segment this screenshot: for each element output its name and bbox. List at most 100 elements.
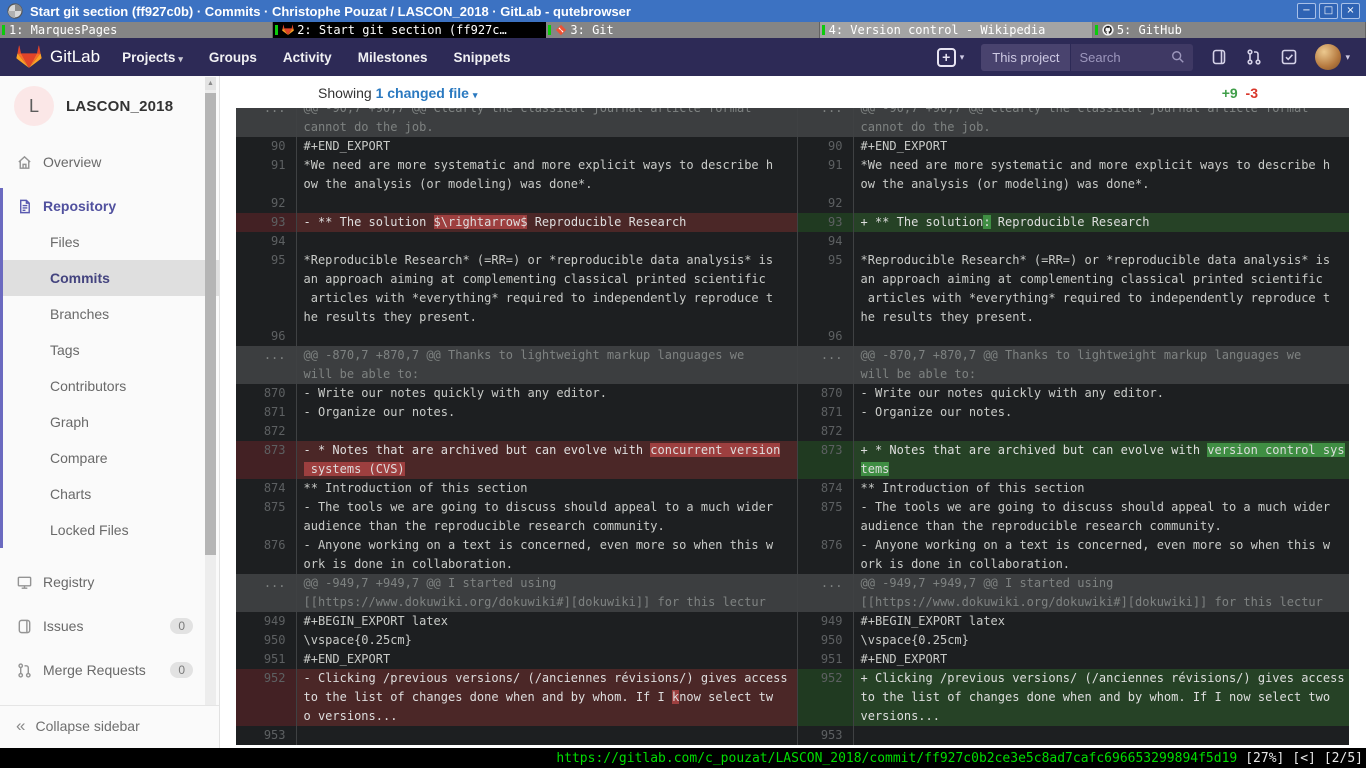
nav-link-milestones[interactable]: Milestones [358,50,428,65]
user-menu-button[interactable]: ▾ [1315,44,1350,70]
diff-new-line-number[interactable]: ... [797,346,853,384]
diff-old-line-number[interactable]: 96 [236,327,296,346]
diff-old-line-number[interactable]: 951 [236,650,296,669]
window-minimize-button[interactable]: − [1297,3,1316,19]
sidebar-scrollbar[interactable]: ▲ [205,77,216,705]
scrollbar-thumb[interactable] [205,93,216,555]
diff-new-line-number[interactable]: 951 [797,650,853,669]
diff-new-line-number[interactable]: 92 [797,194,853,213]
sidebar-item-files[interactable]: Files [3,224,219,260]
diff-text-segment: + ** The solution [861,215,984,229]
nav-link-snippets[interactable]: Snippets [453,50,510,65]
diff-old-code-cell: - Anyone working on a text is concerned,… [296,536,797,574]
diff-text-segment: #+END_EXPORT [304,139,391,153]
sidebar-item-repository[interactable]: Repository [3,188,219,224]
diff-old-line-number[interactable]: 92 [236,194,296,213]
nav-link-activity[interactable]: Activity [283,50,332,65]
diff-new-line-number[interactable]: ... [797,108,853,137]
showing-label: Showing [318,85,372,101]
diff-old-line-number[interactable]: 952 [236,669,296,726]
nav-link-projects[interactable]: Projects▾ [122,50,183,65]
nav-link-groups[interactable]: Groups [209,50,257,65]
diff-row: 94 94 [236,232,1349,251]
diff-old-line-number[interactable]: 875 [236,498,296,536]
diff-old-line-number[interactable]: ... [236,574,296,612]
diff-new-code-cell: + ** The solution: Reproducible Research [853,213,1349,232]
diff-word-highlight: $\rightarrow$ [434,215,528,229]
sidebar-item-compare[interactable]: Compare [3,440,219,476]
browser-tab-4[interactable]: 4: Version control - Wikipedia [820,22,1093,38]
diff-old-line-number[interactable]: 949 [236,612,296,631]
diff-old-line-number[interactable]: 873 [236,441,296,479]
diff-new-line-number[interactable]: 93 [797,213,853,232]
sidebar-item-overview[interactable]: Overview [0,144,219,180]
diff-old-line-number[interactable]: 95 [236,251,296,327]
diff-old-line-number[interactable]: 876 [236,536,296,574]
browser-tab-3[interactable]: 3: Git [546,22,819,38]
diff-new-line-number[interactable]: 953 [797,726,853,745]
diff-new-line-number[interactable]: ... [797,574,853,612]
diff-new-line-number[interactable]: 96 [797,327,853,346]
diff-old-line-number[interactable]: 953 [236,726,296,745]
merge-requests-nav-button[interactable] [1245,48,1263,66]
diff-new-line-number[interactable]: 873 [797,441,853,479]
sidebar-item-contributors[interactable]: Contributors [3,368,219,404]
diff-new-line-number[interactable]: 870 [797,384,853,403]
sidebar-item-registry[interactable]: Registry [0,564,219,600]
browser-tab-2-active[interactable]: 2: Start git section (ff927c… [273,22,546,38]
diff-new-line-number[interactable]: 875 [797,498,853,536]
diff-old-line-number[interactable]: 874 [236,479,296,498]
statusbar-url: https://gitlab.com/c_pouzat/LASCON_2018/… [556,751,1237,766]
plus-icon: + [937,48,956,67]
diff-old-line-number[interactable]: ... [236,108,296,137]
diff-old-line-number[interactable]: 872 [236,422,296,441]
diff-new-line-number[interactable]: 952 [797,669,853,726]
diff-new-line-number[interactable]: 876 [797,536,853,574]
diff-old-line-number[interactable]: 870 [236,384,296,403]
window-close-button[interactable]: × [1341,3,1360,19]
project-name: LASCON_2018 [66,98,173,115]
collapse-sidebar-button[interactable]: « Collapse sidebar [0,705,219,745]
diff-old-line-number[interactable]: ... [236,346,296,384]
diff-new-code-cell: - Organize our notes. [853,403,1349,422]
diff-old-line-number[interactable]: 91 [236,156,296,194]
diff-new-line-number[interactable]: 950 [797,631,853,650]
sidebar-item-locked-files[interactable]: Locked Files [3,512,219,548]
sidebar-item-merge-requests[interactable]: Merge Requests 0 [0,652,219,688]
search-placeholder: Search [1079,50,1171,65]
sidebar-item-graph[interactable]: Graph [3,404,219,440]
changed-files-dropdown[interactable]: 1 changed file ▾ [376,85,478,101]
diff-new-line-number[interactable]: 90 [797,137,853,156]
browser-tab-5[interactable]: 5: GitHub [1093,22,1366,38]
window-maximize-button[interactable]: □ [1319,3,1338,19]
sidebar-item-branches[interactable]: Branches [3,296,219,332]
sidebar-item-charts[interactable]: Charts [3,476,219,512]
sidebar-item-tags[interactable]: Tags [3,332,219,368]
browser-tab-1[interactable]: 1: MarquesPages [0,22,273,38]
diff-old-line-number[interactable]: 94 [236,232,296,251]
issues-nav-button[interactable] [1210,48,1228,66]
diff-new-code-cell [853,232,1349,251]
todos-nav-button[interactable] [1280,48,1298,66]
project-title-row[interactable]: L LASCON_2018 [0,76,219,136]
diff-old-line-number[interactable]: 90 [236,137,296,156]
diff-old-line-number[interactable]: 871 [236,403,296,422]
search-input[interactable]: Search [1071,44,1193,71]
diff-new-line-number[interactable]: 94 [797,232,853,251]
gitlab-brand[interactable]: GitLab [16,44,100,70]
sidebar-item-issues[interactable]: Issues 0 [0,608,219,644]
new-menu-button[interactable]: + ▾ [937,48,965,67]
diff-new-line-number[interactable]: 95 [797,251,853,327]
diff-new-line-number[interactable]: 874 [797,479,853,498]
diff-new-line-number[interactable]: 872 [797,422,853,441]
diff-row: 952- Clicking /previous versions/ (/anci… [236,669,1349,726]
diff-old-line-number[interactable]: 950 [236,631,296,650]
diff-new-line-number[interactable]: 91 [797,156,853,194]
diff-new-line-number[interactable]: 871 [797,403,853,422]
diff-text-segment: #+BEGIN_EXPORT latex [304,614,449,628]
scrollbar-up-arrow-icon[interactable]: ▲ [205,77,216,90]
diff-old-line-number[interactable]: 93 [236,213,296,232]
sidebar-item-commits[interactable]: Commits [3,260,219,296]
diff-new-line-number[interactable]: 949 [797,612,853,631]
commit-diff-main: Showing 1 changed file ▾ +9 -3 ...@@ -90… [220,76,1366,748]
